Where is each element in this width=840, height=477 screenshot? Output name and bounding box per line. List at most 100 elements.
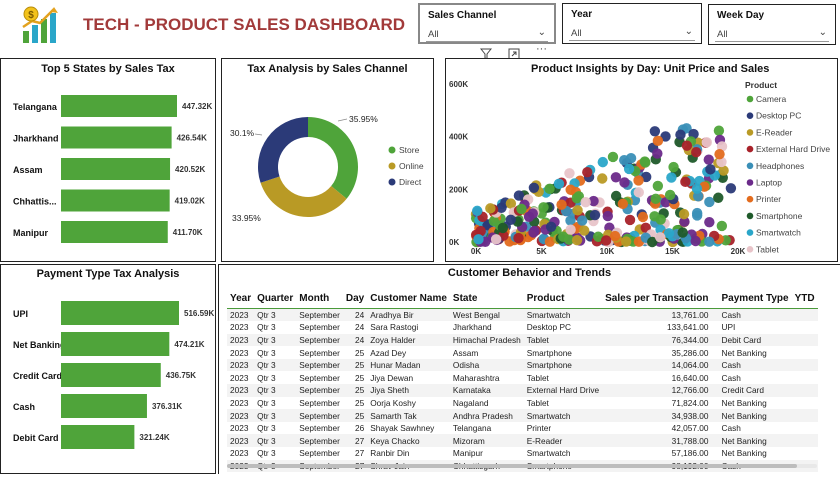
scatter-point[interactable]: [725, 183, 737, 194]
scatter-point[interactable]: [701, 137, 712, 148]
scatter-point[interactable]: [649, 126, 661, 137]
column-header[interactable]: State: [449, 293, 524, 309]
donut-slice[interactable]: [258, 117, 308, 183]
scatter-point[interactable]: [528, 182, 540, 193]
scatter-point[interactable]: [505, 198, 517, 209]
scatter-point[interactable]: [571, 234, 583, 246]
table-row[interactable]: 2023 Qtr 3 September 25 Hunar Madan Odisha Sma…: [227, 358, 818, 372]
scatter-point[interactable]: [639, 156, 651, 167]
legend-label[interactable]: Smartphone: [756, 211, 803, 221]
scatter-point[interactable]: [516, 203, 527, 215]
scatter-point[interactable]: [666, 172, 677, 183]
bar[interactable]: [61, 95, 177, 117]
legend-label[interactable]: Smartwatch: [756, 228, 801, 238]
scatter-point[interactable]: [528, 227, 539, 238]
scatter-point[interactable]: [705, 164, 716, 175]
scatter-point[interactable]: [564, 168, 575, 179]
table-row[interactable]: 2023 Qtr 3 September 24 Zoya Halder Himachal …: [227, 333, 818, 347]
scatter-point[interactable]: [637, 211, 649, 223]
scatter-point[interactable]: [633, 187, 644, 198]
table-row[interactable]: 2023 Qtr 3 September 25 Samarth Tak Andhra Pr…: [227, 409, 818, 422]
scatter-point[interactable]: [582, 166, 593, 178]
scatter-point[interactable]: [625, 153, 637, 164]
scatter-point[interactable]: [589, 209, 601, 221]
column-header[interactable]: Product: [523, 293, 603, 309]
bar[interactable]: [61, 332, 170, 356]
scatter-point[interactable]: [556, 199, 567, 210]
legend-label[interactable]: Tablet: [756, 244, 779, 254]
table-row[interactable]: 2023 Qtr 3 September 25 Jiya Dewan Maharashtr…: [227, 371, 818, 384]
scrollbar-thumb[interactable]: [227, 464, 797, 468]
table-row[interactable]: 2023 Qtr 3 September 24 Sara Rastogi Jharkhan…: [227, 321, 818, 334]
scatter-point[interactable]: [472, 205, 483, 217]
chevron-down-icon[interactable]: ⌄: [819, 27, 827, 38]
scatter-point[interactable]: [652, 180, 664, 192]
scatter-point[interactable]: [668, 161, 679, 173]
scatter-point[interactable]: [513, 232, 524, 244]
column-header[interactable]: Payment Type: [718, 293, 792, 309]
table-row[interactable]: 2023 Qtr 3 September 24 Aradhya Bir West Beng…: [227, 308, 818, 322]
scatter-point[interactable]: [571, 193, 582, 204]
column-header[interactable]: Month: [296, 293, 343, 309]
scatter-point[interactable]: [600, 235, 612, 246]
scatter-point[interactable]: [624, 214, 636, 226]
scatter-point[interactable]: [704, 236, 715, 247]
scatter-point[interactable]: [602, 210, 614, 222]
scatter-point[interactable]: [652, 148, 663, 159]
scatter-point[interactable]: [623, 163, 635, 175]
slicer-year[interactable]: Year All ⌄: [562, 3, 702, 44]
scatter-point[interactable]: [565, 224, 576, 235]
legend-label[interactable]: Printer: [756, 194, 781, 204]
column-header[interactable]: Customer Name: [367, 293, 450, 309]
scatter-point[interactable]: [473, 234, 484, 245]
scatter-point[interactable]: [609, 230, 621, 242]
scatter-point[interactable]: [633, 175, 644, 186]
bar[interactable]: [61, 158, 171, 180]
scatter-point[interactable]: [664, 189, 676, 201]
scatter-point[interactable]: [597, 173, 608, 184]
scatter-point[interactable]: [716, 220, 728, 232]
table-row[interactable]: 2023 Qtr 3 September 26 Shayak Sawhney Telang…: [227, 422, 818, 435]
chevron-down-icon[interactable]: ⌄: [538, 27, 546, 38]
donut-slice[interactable]: [308, 117, 358, 199]
table-row[interactable]: 2023 Qtr 3 September 25 Jiya Sheth Karnataka E…: [227, 384, 818, 397]
legend-label[interactable]: Laptop: [756, 178, 782, 188]
scatter-point[interactable]: [680, 176, 691, 188]
scatter-point[interactable]: [527, 208, 538, 219]
table-horizontal-scrollbar[interactable]: [227, 464, 817, 468]
scatter-point[interactable]: [577, 215, 588, 226]
scatter-point[interactable]: [713, 125, 725, 136]
legend-label[interactable]: Online: [399, 161, 424, 171]
slicer-sales-channel[interactable]: Sales Channel All ⌄: [418, 3, 556, 44]
legend-label[interactable]: Headphones: [756, 161, 804, 171]
scatter-point[interactable]: [565, 184, 576, 195]
scatter-point[interactable]: [690, 235, 701, 247]
bar[interactable]: [61, 425, 135, 449]
scatter-point[interactable]: [505, 214, 516, 225]
legend-label[interactable]: E-Reader: [756, 127, 793, 137]
scatter-point[interactable]: [650, 193, 661, 205]
slicer-week-day[interactable]: Week Day All ⌄: [708, 4, 836, 45]
scatter-point[interactable]: [713, 192, 724, 203]
column-header[interactable]: YTD: [791, 293, 818, 309]
table-row[interactable]: 2023 Qtr 3 September 25 Oorja Koshy Nagaland T…: [227, 397, 818, 410]
bar[interactable]: [61, 301, 179, 325]
scatter-point[interactable]: [497, 222, 509, 234]
scatter-point[interactable]: [649, 211, 660, 222]
more-options-icon[interactable]: ···: [536, 43, 547, 55]
scatter-point[interactable]: [490, 234, 502, 245]
scatter-point[interactable]: [617, 198, 629, 210]
legend-label[interactable]: Direct: [399, 177, 422, 187]
bar[interactable]: [61, 189, 170, 212]
scatter-point[interactable]: [652, 135, 664, 147]
column-header[interactable]: Year: [227, 293, 255, 309]
table-row[interactable]: 2023 Qtr 3 September 27 Keya Chacko Mizoram E-…: [227, 434, 818, 448]
scatter-point[interactable]: [714, 148, 725, 160]
scatter-point[interactable]: [580, 197, 591, 208]
scatter-point[interactable]: [544, 183, 555, 195]
scatter-point[interactable]: [691, 207, 703, 219]
scatter-point[interactable]: [691, 146, 702, 158]
scatter-point[interactable]: [597, 156, 609, 168]
scatter-point[interactable]: [545, 221, 557, 232]
bar[interactable]: [61, 221, 168, 243]
